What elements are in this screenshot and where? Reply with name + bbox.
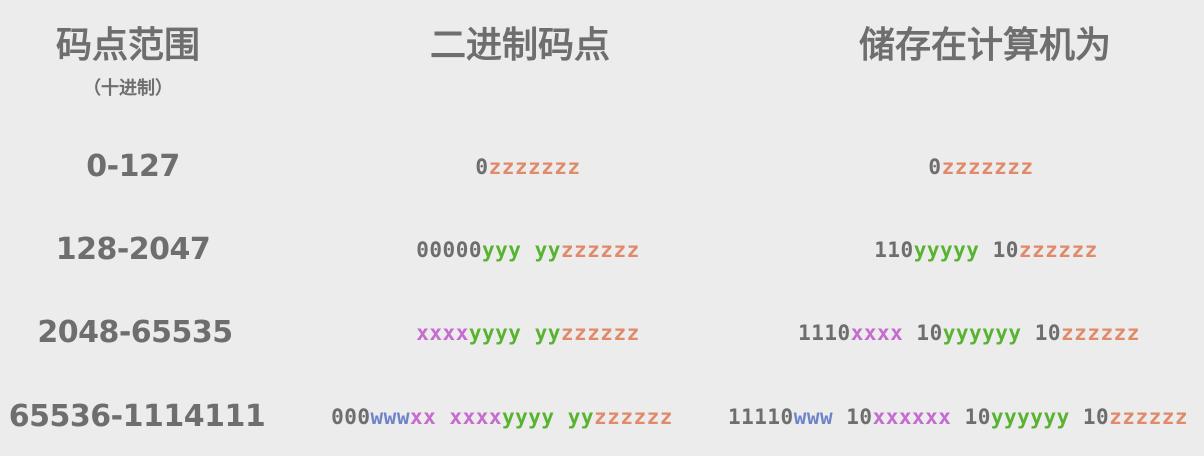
stored-row-0: 0zzzzzzz <box>928 157 1033 178</box>
binary-row-1-segment-2 <box>521 238 534 262</box>
stored-row-1-segment-3: zzzzzz <box>1018 238 1098 262</box>
binary-row-2-segment-4: zzzzzz <box>560 321 640 345</box>
stored-row-0-segment-0: 0 <box>928 155 942 179</box>
stored-row-3: 11110www 10xxxxxx 10yyyyyy 10zzzzzz <box>728 407 1188 428</box>
stored-row-2-segment-2: 10 <box>903 321 943 345</box>
stored-row-3-segment-7: zzzzzz <box>1109 405 1189 429</box>
header-range: 码点范围 <box>55 25 201 66</box>
binary-row-2-segment-0: xxxx <box>416 321 469 345</box>
stored-row-2-segment-5: zzzzzz <box>1061 321 1140 345</box>
binary-row-3-segment-2: xx <box>409 405 437 429</box>
binary-row-2-segment-2 <box>521 321 534 345</box>
stored-row-2-segment-1: xxxx <box>850 321 904 345</box>
stored-row-2-segment-0: 1110 <box>798 321 851 345</box>
binary-row-2: xxxxyyyy yyzzzzzz <box>416 323 639 344</box>
binary-row-1-segment-0: 00000 <box>416 238 482 262</box>
binary-row-2-segment-3: yy <box>534 321 561 345</box>
binary-row-3-segment-5: yyyy <box>502 405 555 429</box>
binary-row-2-segment-1: yyyy <box>468 321 522 345</box>
stored-row-1-segment-0: 110 <box>874 238 914 262</box>
stored-row-3-segment-6: 10 <box>1069 405 1110 429</box>
binary-row-0: 0zzzzzzz <box>475 157 580 178</box>
binary-row-1-segment-4: zzzzzz <box>560 238 640 262</box>
binary-row-3-segment-0: 000 <box>331 405 371 429</box>
binary-row-0-segment-0: 0 <box>475 155 489 179</box>
stored-row-1-segment-1: yyyyy <box>913 238 980 262</box>
range-row-1: 128-2047 <box>55 232 211 267</box>
binary-row-3: 000wwwxx xxxxyyyy yyzzzzzz <box>331 407 673 428</box>
range-row-0: 0-127 <box>86 149 180 184</box>
stored-row-3-segment-3: xxxxxx <box>872 405 952 429</box>
stored-row-2-segment-3: yyyyyy <box>942 321 1022 345</box>
range-row-3: 65536-1114111 <box>8 399 266 434</box>
binary-row-3-segment-7: yy <box>567 405 595 429</box>
range-row-2: 2048-65535 <box>37 315 233 350</box>
stored-row-2: 1110xxxx 10yyyyyy 10zzzzzz <box>798 323 1140 344</box>
stored-row-2-segment-4: 10 <box>1021 321 1062 345</box>
binary-row-1: 00000yyy yyzzzzzz <box>416 240 639 261</box>
binary-row-3-segment-3 <box>436 405 449 429</box>
binary-row-3-segment-6 <box>555 405 568 429</box>
stored-row-1-segment-2: 10 <box>979 238 1019 262</box>
stored-row-0-segment-1: zzzzzzz <box>941 155 1034 179</box>
header-stored: 储存在计算机为 <box>858 25 1112 66</box>
binary-row-1-segment-3: yy <box>534 238 561 262</box>
stored-row-3-segment-2: 10 <box>833 405 873 429</box>
binary-row-0-segment-1: zzzzzzz <box>488 155 581 179</box>
stored-row-1: 110yyyyy 10zzzzzz <box>874 240 1097 261</box>
binary-row-3-segment-4: xxxx <box>449 405 503 429</box>
binary-row-3-segment-1: www <box>370 405 410 429</box>
stored-row-3-segment-5: yyyyyy <box>990 405 1070 429</box>
binary-row-3-segment-8: zzzzzz <box>594 405 673 429</box>
stored-row-3-segment-1: www <box>793 405 834 429</box>
header-binary: 二进制码点 <box>429 25 611 66</box>
header-range-sub: （十进制） <box>83 78 173 99</box>
stored-row-3-segment-4: 10 <box>951 405 991 429</box>
stored-row-3-segment-0: 11110 <box>727 405 794 429</box>
binary-row-1-segment-1: yyy <box>481 238 522 262</box>
